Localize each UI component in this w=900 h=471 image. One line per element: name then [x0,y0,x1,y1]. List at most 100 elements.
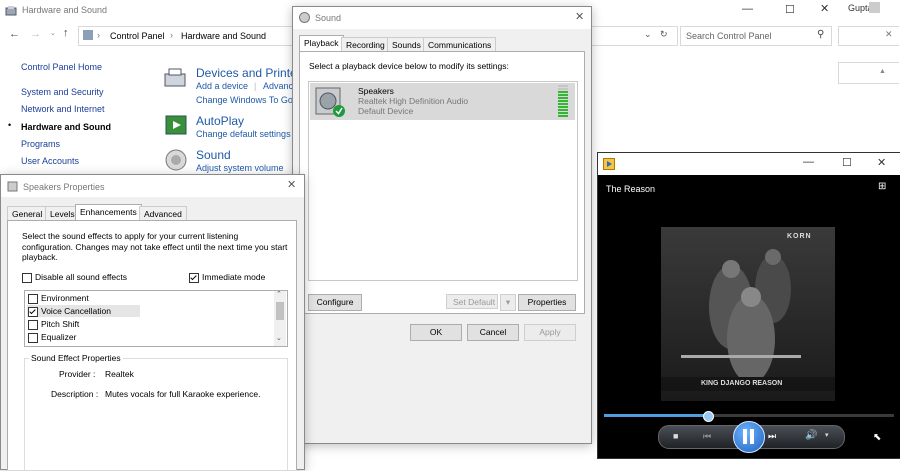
set-default-dropdown-icon[interactable]: ▾ [500,294,516,311]
cancel-button[interactable]: Cancel [467,324,519,341]
playback-instruction: Select a playback device below to modify… [309,61,509,71]
speakers-dialog-title: Speakers Properties [23,182,105,192]
playback-panel: Select a playback device below to modify… [299,51,585,314]
search-box[interactable]: Search Control Panel ⚲ [680,26,832,46]
recent-dropdown-icon[interactable]: ⌄ [50,29,56,37]
link-windows-to-go[interactable]: Change Windows To Go [196,95,293,105]
checkbox-icon[interactable] [28,332,38,343]
scroll-up-icon[interactable]: ⌃ [276,290,282,298]
link-advanced[interactable]: Advanc [263,81,293,91]
checkbox-icon[interactable] [28,293,38,304]
effect-label: Environment [41,293,89,303]
scroll-down-icon[interactable]: ⌄ [276,334,282,342]
avatar[interactable] [869,2,880,13]
collapse-icon[interactable]: ▲ [879,68,886,75]
sidebar-item-hardware-sound[interactable]: Hardware and Sound [21,122,111,132]
search-icon[interactable]: ⚲ [817,29,824,40]
device-status: Default Device [358,106,414,116]
link-add-device[interactable]: Add a device [196,81,248,91]
immediate-mode-checkbox[interactable]: Immediate mode [189,272,265,283]
close-button[interactable]: ✕ [820,2,829,15]
immediate-mode-label: Immediate mode [202,272,266,282]
breadcrumb-separator-icon: › [170,30,173,40]
sound-effect-properties-group: Sound Effect Properties Provider : Realt… [24,353,288,471]
search-input[interactable]: Search Control Panel [686,31,772,41]
provider-value: Realtek [105,369,134,379]
minimize-button[interactable]: — [742,3,753,15]
category-title-devices[interactable]: Devices and Printe [196,66,297,80]
back-arrow-icon[interactable]: ← [9,28,20,40]
device-list[interactable]: Speakers Realtek High Definition Audio D… [308,81,578,281]
folder-icon [83,30,93,40]
fullscreen-icon[interactable]: ⬉ [873,432,881,443]
previous-icon[interactable]: ⏮ [703,431,711,442]
link-default-settings[interactable]: Change default settings [196,129,291,139]
device-row-speakers[interactable]: Speakers Realtek High Definition Audio D… [310,83,575,120]
apply-button[interactable]: Apply [524,324,576,341]
autoplay-icon [165,115,187,135]
sidebar-item-system-security[interactable]: System and Security [21,87,104,97]
maximize-button[interactable]: ☐ [842,156,852,169]
close-pane-icon[interactable]: ✕ [885,29,893,40]
sidebar-item-programs[interactable]: Programs [21,139,60,149]
sidebar-item-user-accounts[interactable]: User Accounts [21,156,79,166]
properties-button[interactable]: Properties [518,294,576,311]
category-title-sound[interactable]: Sound [196,148,231,162]
configure-button[interactable]: Configure [308,294,362,311]
checkbox-icon[interactable] [28,319,38,330]
close-button[interactable]: ✕ [877,156,886,169]
up-arrow-icon[interactable]: ↑ [63,27,69,39]
set-default-button[interactable]: Set Default [446,294,498,309]
link-adjust-volume[interactable]: Adjust system volume [196,163,284,173]
tab-communications[interactable]: Communications [423,37,497,52]
volume-icon[interactable]: 🔊 [805,430,817,441]
checkbox-icon[interactable] [189,272,199,283]
volume-dropdown-icon[interactable]: ▾ [825,431,829,439]
pause-button[interactable] [733,421,765,453]
forward-arrow-icon[interactable]: → [30,28,41,40]
sound-icon [165,149,187,171]
enhancements-description: Select the sound effects to apply for yo… [22,231,288,262]
sound-titlebar: Sound ✕ [293,7,591,29]
sidebar-item-home[interactable]: Control Panel Home [21,62,102,72]
stop-icon[interactable]: ■ [673,431,678,441]
seek-bar[interactable] [604,411,894,422]
address-dropdown-icon[interactable]: ⌄ [644,29,652,40]
speaker-small-icon [299,12,310,23]
refresh-icon[interactable]: ↻ [660,29,668,40]
category-title-autoplay[interactable]: AutoPlay [196,114,244,128]
description-label: Description : [51,389,99,399]
tab-enhancements[interactable]: Enhancements [75,204,142,221]
sidebar-item-network[interactable]: Network and Internet [21,104,105,114]
tab-advanced[interactable]: Advanced [139,206,187,221]
effect-item-pitch-shift[interactable]: Pitch Shift [28,319,79,330]
tab-sounds[interactable]: Sounds [387,37,426,52]
speaker-device-icon [315,87,345,117]
close-button[interactable]: ✕ [287,178,296,191]
effects-list[interactable]: Environment Voice Cancellation Pitch Shi… [24,290,288,347]
maximize-button[interactable]: ☐ [785,3,795,16]
disable-all-checkbox[interactable]: Disable all sound effects [22,272,127,283]
tab-recording[interactable]: Recording [341,37,390,52]
media-player-icon [603,158,615,170]
effect-item-equalizer[interactable]: Equalizer [28,332,76,343]
effect-item-voice-cancellation[interactable]: Voice Cancellation [28,306,111,317]
tab-playback[interactable]: Playback [299,35,344,52]
link-separator: | [254,81,257,91]
effect-item-environment[interactable]: Environment [28,293,89,304]
close-button[interactable]: ✕ [575,10,584,23]
switch-to-library-icon[interactable]: ⊞ [878,181,886,192]
ok-button[interactable]: OK [410,324,462,341]
minimize-button[interactable]: — [803,156,814,168]
breadcrumb-hardware-sound[interactable]: Hardware and Sound [181,31,266,41]
tab-general[interactable]: General [7,206,48,221]
speaker-small-icon [7,181,18,192]
checkbox-icon[interactable] [28,306,38,317]
scrollbar-thumb[interactable] [276,302,284,320]
enhancements-panel: Select the sound effects to apply for yo… [7,220,297,471]
effects-scrollbar[interactable]: ⌃ ⌄ [274,291,286,346]
breadcrumb-control-panel[interactable]: Control Panel [110,31,165,41]
next-icon[interactable]: ⏭ [768,431,776,442]
seek-bar-thumb[interactable] [703,411,715,422]
checkbox-icon[interactable] [22,272,32,283]
